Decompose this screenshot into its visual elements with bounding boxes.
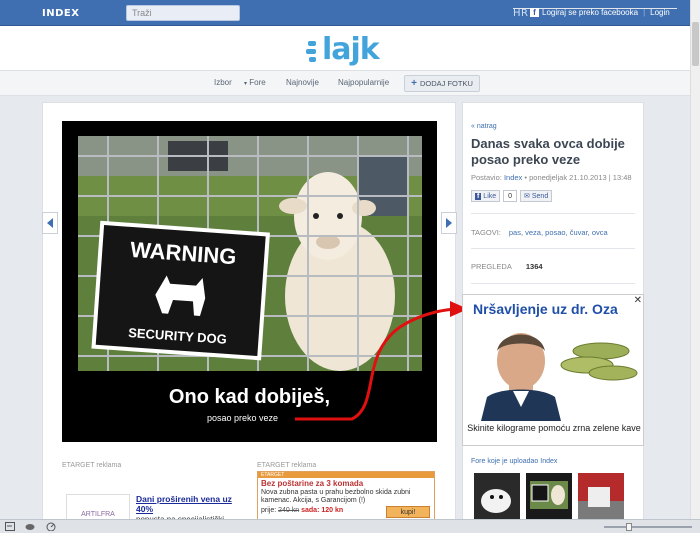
thumbnail-3[interactable] (578, 473, 624, 521)
views-row: PREGLEDA 1364 (471, 262, 543, 271)
facebook-login[interactable]: f Logiraj se preko facebooka | Login (530, 8, 670, 17)
login-link[interactable]: Login (650, 8, 670, 17)
article-title: Danas svaka ovca dobije posao preko veze (471, 136, 625, 167)
doctor-image (481, 333, 638, 421)
ad-vena[interactable]: ARTILFRA Dani proširenih vena uz 40% pop… (66, 488, 246, 524)
lajk-logo[interactable]: lajk (306, 32, 386, 67)
divider (471, 283, 635, 284)
add-photo-button[interactable]: + DODAJ FOTKU (404, 75, 480, 92)
plus-icon: + (411, 78, 417, 89)
thumbnail-2[interactable] (526, 473, 572, 521)
ad1-title[interactable]: Dani proširenih vena uz 40% (136, 494, 246, 514)
next-arrow-button[interactable] (441, 212, 457, 234)
nav-izbor[interactable]: Izbor (214, 78, 232, 87)
zoom-slider[interactable] (604, 526, 692, 528)
top-bar: INDEX HR Traži f Logiraj se preko faceboo… (0, 0, 690, 26)
index-logo[interactable]: INDEX HR (42, 8, 677, 19)
ad2-desc: Nova zubna pasta u prahu bezbolno skida … (261, 489, 411, 504)
facebook-like-button[interactable]: f Like (471, 190, 501, 202)
views-count: 1364 (525, 262, 543, 271)
article-meta: Postavio: Index • ponedjeljak 21.10.2013… (471, 173, 632, 182)
author-link[interactable]: Index (504, 173, 522, 182)
fore-heading: Fore koje je uploadao Index (471, 458, 558, 465)
zoom-slider-knob[interactable] (626, 523, 632, 531)
close-icon[interactable]: ✕ (634, 295, 642, 306)
dr-ad-title[interactable]: Nršavljenje uz dr. Oza (473, 301, 618, 317)
red-arrow-annotation (295, 301, 468, 421)
chevron-left-icon (47, 218, 53, 228)
thumbnail-1[interactable] (474, 473, 520, 521)
ad-label-2: ETARGET reklama (257, 462, 317, 469)
nav-najpopularnije[interactable]: Najpopularnije (338, 78, 389, 87)
dr-ad-caption: Skinite kilograme pomoću zrna zelene kav… (467, 423, 641, 433)
divider (471, 213, 635, 214)
divider (471, 248, 635, 249)
site-header: lajk (0, 26, 690, 70)
back-link[interactable]: « natrag (471, 123, 497, 130)
chevron-right-icon (446, 218, 452, 228)
gauge-icon[interactable] (46, 522, 56, 531)
browser-status-bar (0, 519, 700, 533)
scrollbar-thumb[interactable] (692, 22, 699, 66)
cloud-icon[interactable] (25, 522, 35, 531)
main-nav: Izbor ▾ Fore Najnovije Najpopularnije + … (0, 70, 690, 96)
meme-caption-sub: posao preko veze (207, 413, 279, 423)
like-count: 0 (503, 190, 518, 202)
prev-arrow-button[interactable] (42, 212, 58, 234)
tags-links[interactable]: pas, veza, posao, čuvar, ovca (509, 228, 608, 237)
social-buttons: f Like 0 ✉ Send (471, 190, 553, 202)
ad2-title[interactable]: Bez poštarine za 3 komada (258, 478, 434, 489)
ad-label-1: ETARGET reklama (62, 462, 122, 469)
page-icon[interactable] (5, 522, 15, 531)
buy-button[interactable]: kupi! (386, 506, 430, 518)
search-input[interactable]: Traži (126, 5, 240, 21)
artilfra-logo: ARTILFRA (66, 494, 130, 522)
nav-fore[interactable]: ▾ Fore (244, 78, 266, 87)
send-button[interactable]: ✉ Send (520, 190, 553, 202)
nav-najnovije[interactable]: Najnovije (286, 78, 319, 87)
tags-row: TAGOVI: pas, veza, posao, čuvar, ovca (471, 228, 608, 237)
facebook-icon: f (530, 8, 539, 17)
vertical-scrollbar[interactable] (690, 0, 700, 519)
dr-oz-ad[interactable]: Nršavljenje uz dr. Oza ✕ Skinite kilogra… (462, 294, 644, 446)
ad-zubna-pasta[interactable]: ETARGET Bez poštarine za 3 komada Nova z… (257, 471, 435, 522)
